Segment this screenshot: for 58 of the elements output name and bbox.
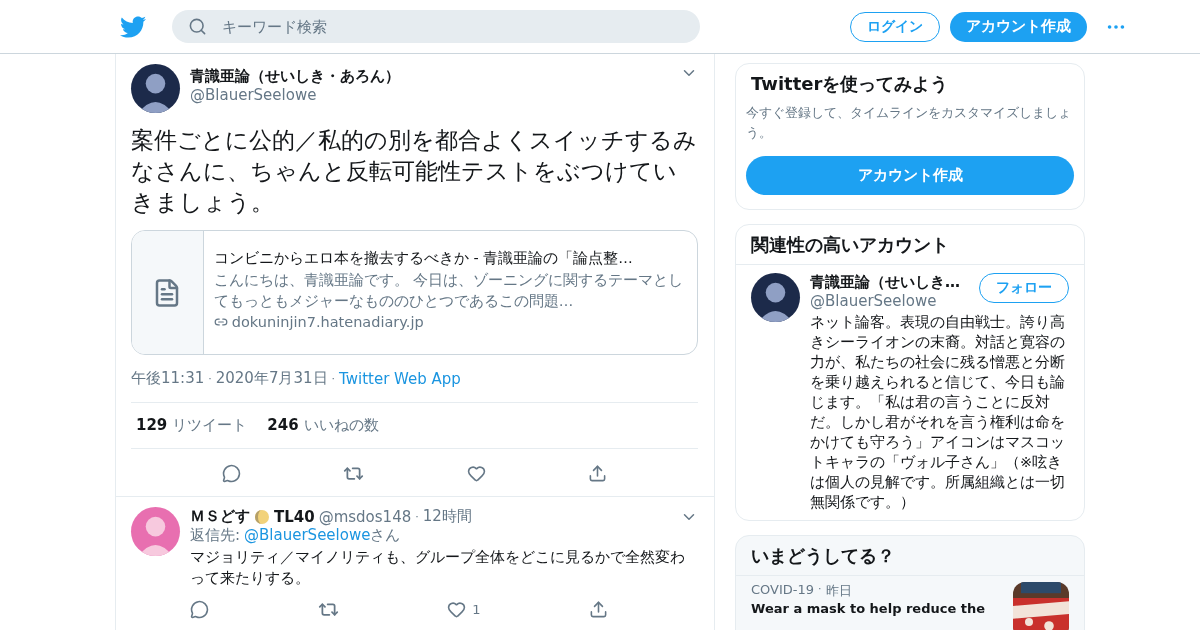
reply-time: 12時間 bbox=[422, 507, 472, 526]
avatar[interactable] bbox=[131, 64, 180, 113]
separator-dot: · bbox=[415, 510, 419, 523]
link-card[interactable]: コンビニからエロ本を撤去するべきか - 青識亜論の「論点整… こんにちは、青識亜論です。 今日は、ゾーニングに関するテーマとしてもっともメジャーなもののひとつであるこの問題… dokuninjin7.hatenadiary.jp bbox=[131, 230, 698, 355]
tweet-date: 2020年7月31日 bbox=[215, 369, 328, 388]
reply-author-name: ＭＳどす bbox=[190, 507, 250, 526]
separator-dot: · bbox=[208, 372, 212, 385]
account-handle: @BlauerSeelowe bbox=[810, 292, 938, 310]
link-icon bbox=[213, 315, 228, 329]
author-name: 青識亜論（せいしき・あろん） bbox=[190, 67, 401, 86]
tweet-time: 午後11:31 bbox=[131, 369, 205, 388]
search-icon bbox=[188, 17, 207, 36]
source-link[interactable]: Twitter Web App bbox=[339, 369, 461, 388]
stat-label: リツイート bbox=[172, 416, 248, 435]
card-description: こんにちは、青識亜論です。 今日は、ゾーニングに関するテーマとしてもっともメジャーなもののひとつであるこの問題… bbox=[213, 271, 685, 311]
panel-text: 今すぐ登録して、タイムラインをカスタマイズしましょう。 bbox=[746, 104, 1072, 142]
separator-dot: · bbox=[331, 372, 336, 385]
heart-icon bbox=[466, 464, 486, 483]
reply-button[interactable] bbox=[190, 599, 209, 620]
share-button[interactable] bbox=[588, 599, 608, 620]
reply-to-suffix: さん bbox=[370, 526, 401, 545]
reply-to-label: 返信先: bbox=[190, 526, 241, 545]
signup-button[interactable]: アカウント作成 bbox=[950, 11, 1087, 42]
stat-count: 246 bbox=[267, 416, 299, 434]
account-bio: ネット論客。表現の自由戦士。誇り高きシーライオンの末裔。対話と寛容の力が、私たちの社会に残る憎悪と分断を乗り越えられると信じて、今日も論じます。「私は君の言うことに反対だ。しかし君がそれを言う権利は命をかけても守ろう」アイコンはマスコットキャラの「ヴォル子さん」（※呟きは個人の見解です。所属組織とは一切無関係です。） bbox=[810, 313, 1066, 512]
reply-text: マジョリティ／マイノリティも、グループ全体をどこに見るかで全然変わって来たりする。 bbox=[190, 547, 686, 589]
account-name: 青識亜論（せいしき… bbox=[810, 273, 961, 292]
reply-icon bbox=[190, 600, 209, 619]
card-title: コンビニからエロ本を撤去するべきか - 青識亜論の「論点整… bbox=[213, 249, 634, 268]
share-button[interactable] bbox=[587, 463, 607, 484]
reply-author-tag: TL40 bbox=[274, 507, 315, 526]
reply-button[interactable] bbox=[222, 463, 242, 484]
panel-title: Twitterを使ってみよう bbox=[750, 72, 950, 96]
tweet-text: 案件ごとに公的／私的の別を都合よくスイッチするみなさんに、ちゃんと反転可能性テストをぶつけていきましょう。 bbox=[131, 126, 698, 217]
trend-headline: Wear a mask to help reduce the bbox=[751, 600, 987, 617]
reply-icon bbox=[222, 464, 242, 483]
reply-author-handle: @msdos148 bbox=[318, 507, 412, 526]
share-icon bbox=[588, 600, 608, 619]
signup-button[interactable]: アカウント作成 bbox=[746, 156, 1074, 195]
like-button[interactable]: 1 bbox=[447, 599, 481, 620]
search-field[interactable]: キーワード検索 bbox=[172, 10, 700, 43]
trend-time: 昨日 bbox=[825, 582, 852, 600]
panel-title: いまどうしてる？ bbox=[736, 536, 1084, 576]
login-button[interactable]: ログイン bbox=[850, 11, 940, 42]
stat-label: いいねの数 bbox=[303, 416, 379, 435]
panel-title: 関連性の高いアカウント bbox=[736, 225, 1084, 265]
reply-to-link[interactable]: @BlauerSeelowe bbox=[244, 526, 371, 544]
card-domain: dokuninjin7.hatenadiary.jp bbox=[231, 314, 424, 330]
moon-icon bbox=[254, 508, 270, 525]
separator-dot: · bbox=[818, 582, 822, 595]
stat-count: 129 bbox=[136, 416, 168, 434]
follow-button[interactable]: フォロー bbox=[979, 273, 1069, 303]
heart-icon bbox=[447, 600, 467, 619]
author-handle: @BlauerSeelowe bbox=[190, 86, 318, 104]
avatar[interactable] bbox=[751, 273, 800, 322]
share-icon bbox=[587, 464, 607, 483]
trend-category: COVID-19 bbox=[751, 582, 815, 597]
like-button[interactable] bbox=[466, 463, 486, 484]
